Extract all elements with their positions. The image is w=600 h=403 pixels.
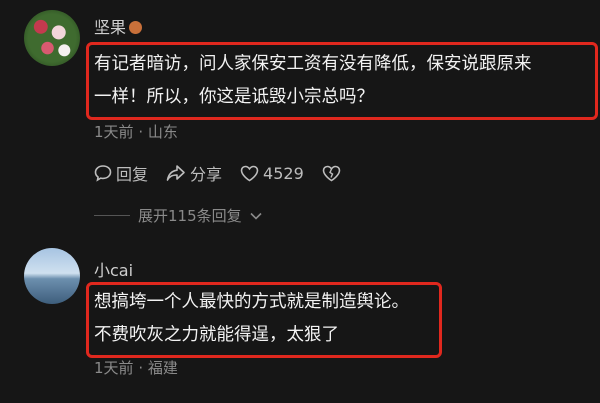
comment-text: 有记者暗访，问人家保安工资有没有降低，保安说跟原来 一样！所以，你这是诋毁小宗总… (94, 48, 532, 114)
reply-button[interactable]: 回复 (94, 161, 148, 185)
comment-line: 不费吹灰之力就能得逞，太狠了 (94, 325, 339, 345)
user-badge-icon (129, 21, 143, 34)
username[interactable]: 坚果 (94, 14, 143, 38)
timestamp: 1天前 (94, 359, 134, 377)
username-text[interactable]: 小cai (94, 261, 133, 280)
comment-meta: 1天前 · 山东 (94, 121, 178, 142)
expand-replies-label: 展开115条回复 (138, 207, 242, 225)
separator: · (138, 123, 144, 141)
avatar[interactable] (24, 248, 80, 304)
like-button[interactable]: 4529 (240, 164, 304, 183)
avatar[interactable] (24, 10, 80, 66)
username-text[interactable]: 坚果 (94, 18, 126, 37)
separator: · (138, 359, 144, 377)
location: 山东 (147, 123, 178, 141)
comment-line: 想搞垮一个人最快的方式就是制造舆论。 (94, 292, 409, 312)
reply-icon (94, 165, 112, 182)
reply-label: 回复 (116, 165, 149, 184)
comment-text: 想搞垮一个人最快的方式就是制造舆论。 不费吹灰之力就能得逞，太狠了 (94, 286, 409, 352)
share-icon (166, 165, 185, 181)
username[interactable]: 小cai (94, 257, 133, 281)
location: 福建 (147, 359, 178, 377)
action-bar: 回复 分享 4529 (94, 161, 341, 185)
like-count: 4529 (263, 163, 304, 183)
heart-icon (240, 165, 259, 181)
share-label: 分享 (190, 165, 223, 184)
expand-replies-button[interactable]: 展开115条回复 (94, 205, 262, 226)
broken-heart-icon (322, 165, 341, 181)
divider (94, 215, 130, 216)
dislike-button[interactable] (322, 165, 341, 182)
share-button[interactable]: 分享 (166, 161, 222, 185)
comment-line: 一样！所以，你这是诋毁小宗总吗？ (94, 87, 374, 107)
comment-meta: 1天前 · 福建 (94, 357, 178, 378)
timestamp: 1天前 (94, 123, 134, 141)
comment-line: 有记者暗访，问人家保安工资有没有降低，保安说跟原来 (94, 54, 532, 74)
chevron-down-icon (250, 212, 262, 220)
